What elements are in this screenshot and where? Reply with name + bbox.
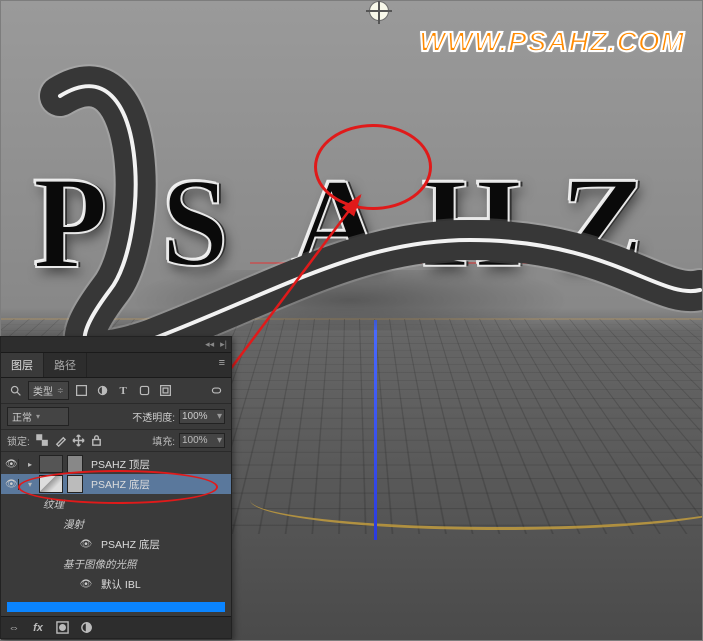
chevron-updown-icon: ≑ <box>57 386 64 395</box>
panel-titlebar[interactable]: ◂◂ ▸| <box>1 337 231 353</box>
mask-icon[interactable] <box>55 620 69 635</box>
lock-paint-icon[interactable] <box>54 433 68 448</box>
filter-kind-select[interactable]: 类型 ≑ <box>28 381 69 400</box>
watermark-url: WWW.PSAHZ.COM <box>419 26 685 58</box>
blend-row: 正常 ▾ 不透明度: 100%▾ <box>1 404 231 430</box>
sub-label: 基于图像的光照 <box>63 557 137 572</box>
visibility-icon[interactable]: 👁 <box>5 459 19 470</box>
panel-menu-icon[interactable]: ≡ <box>213 353 231 377</box>
lock-all-icon[interactable] <box>90 433 104 448</box>
letter-z: Z <box>553 148 650 298</box>
fill-label: 填充: <box>152 433 175 448</box>
fx-icon[interactable]: fx <box>31 620 45 635</box>
layer-thumb <box>39 455 63 473</box>
letter-h: H <box>422 150 522 297</box>
type-filter-icon[interactable]: T <box>116 383 131 398</box>
sun-target-icon[interactable] <box>370 2 388 20</box>
collapse-icon[interactable]: ◂◂ <box>205 339 214 350</box>
blend-mode-value: 正常 <box>12 409 32 424</box>
filter-toggle-icon[interactable] <box>209 383 224 398</box>
panel-status-bar <box>7 602 225 612</box>
letter-s: S <box>162 152 229 296</box>
sub-label: PSAHZ 底层 <box>101 537 160 552</box>
visibility-icon[interactable]: 👁 <box>5 479 19 490</box>
lock-move-icon[interactable] <box>72 433 86 448</box>
panel-footer: ⇔ fx <box>1 616 231 638</box>
chevron-down-icon: ▾ <box>36 412 40 421</box>
fill-value: 100% <box>182 435 208 446</box>
annotation-circle <box>314 124 432 210</box>
axis-z-blue <box>374 320 377 540</box>
close-icon[interactable]: ▸| <box>220 339 227 350</box>
layer-sub-ibl-default[interactable]: 👁 默认 IBL <box>1 574 231 594</box>
tab-layers[interactable]: 图层 <box>1 353 44 377</box>
adjustment-icon[interactable] <box>79 620 93 635</box>
filter-kind-label: 类型 <box>33 383 53 398</box>
layer-sub-diffuse[interactable]: 漫射 <box>1 514 231 534</box>
adjust-filter-icon[interactable] <box>95 383 110 398</box>
blend-mode-select[interactable]: 正常 ▾ <box>7 407 69 426</box>
link-layers-icon[interactable]: ⇔ <box>7 620 21 635</box>
letter-p: P <box>33 146 107 299</box>
search-icon[interactable] <box>8 383 23 398</box>
disclosure-icon[interactable]: ▸ <box>25 460 35 469</box>
tab-paths[interactable]: 路径 <box>44 353 87 377</box>
panel-tabs: 图层 路径 ≡ <box>1 353 231 378</box>
layer-sub-diffuse-child[interactable]: 👁 PSAHZ 底层 <box>1 534 231 554</box>
visibility-icon[interactable]: 👁 <box>79 579 93 590</box>
pixel-filter-icon[interactable] <box>74 383 89 398</box>
lock-transparency-icon[interactable] <box>36 433 50 448</box>
fill-input[interactable]: 100%▾ <box>179 433 225 448</box>
annotation-ellipse <box>18 470 218 504</box>
layer-sub-ibl-group[interactable]: 基于图像的光照 <box>1 554 231 574</box>
smart-filter-icon[interactable] <box>158 383 173 398</box>
layer-filter-row: 类型 ≑ T <box>1 378 231 404</box>
sub-label: 默认 IBL <box>101 577 141 592</box>
opacity-label: 不透明度: <box>132 409 175 424</box>
sub-label: 漫射 <box>63 517 84 532</box>
shape-filter-icon[interactable] <box>137 383 152 398</box>
opacity-input[interactable]: 100%▾ <box>179 409 225 424</box>
opacity-value: 100% <box>182 411 208 422</box>
lock-row: 锁定: 填充: 100%▾ <box>1 430 231 452</box>
lock-label: 锁定: <box>7 433 30 448</box>
visibility-icon[interactable]: 👁 <box>79 539 93 550</box>
